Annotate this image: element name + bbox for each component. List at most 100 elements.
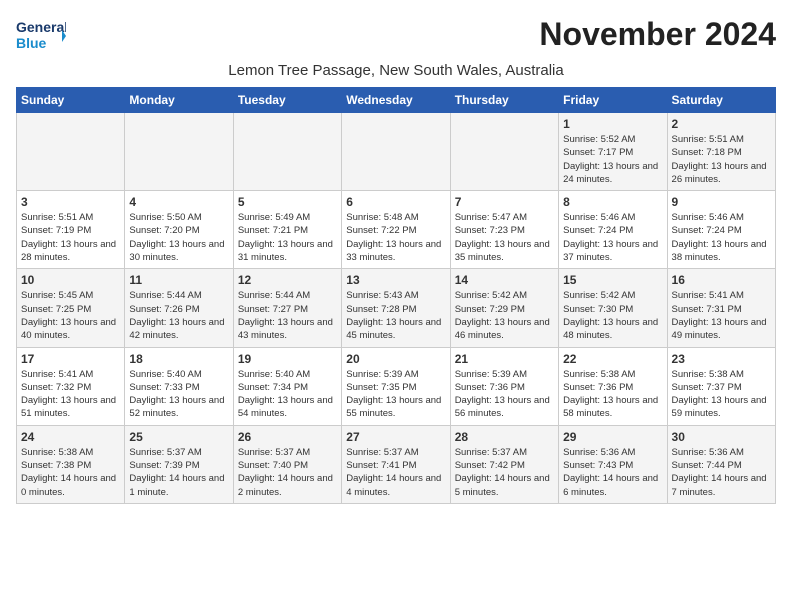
day-info: Sunrise: 5:45 AM Sunset: 7:25 PM Dayligh… <box>21 289 120 342</box>
day-info: Sunrise: 5:51 AM Sunset: 7:18 PM Dayligh… <box>672 133 771 186</box>
col-header-friday: Friday <box>559 88 667 113</box>
day-info: Sunrise: 5:39 AM Sunset: 7:36 PM Dayligh… <box>455 368 554 421</box>
day-cell: 11 Sunrise: 5:44 AM Sunset: 7:26 PM Dayli… <box>125 269 233 347</box>
day-cell: 29Sunrise: 5:36 AM Sunset: 7:43 PM Dayli… <box>559 425 667 503</box>
day-number: 15 <box>563 273 662 287</box>
day-cell: 12Sunrise: 5:44 AM Sunset: 7:27 PM Dayli… <box>233 269 341 347</box>
day-number: 4 <box>129 195 228 209</box>
day-info: Sunrise: 5:36 AM Sunset: 7:44 PM Dayligh… <box>672 446 771 499</box>
day-cell: 20 Sunrise: 5:39 AM Sunset: 7:35 PM Dayli… <box>342 347 450 425</box>
location-title: Lemon Tree Passage, New South Wales, Aus… <box>16 62 776 79</box>
day-info: Sunrise: 5:42 AM Sunset: 7:30 PM Dayligh… <box>563 289 662 342</box>
day-number: 24 <box>21 430 120 444</box>
day-info: Sunrise: 5:36 AM Sunset: 7:43 PM Dayligh… <box>563 446 662 499</box>
day-cell: 1 Sunrise: 5:52 AM Sunset: 7:17 PM Daylig… <box>559 113 667 191</box>
day-cell: 17 Sunrise: 5:41 AM Sunset: 7:32 PM Dayli… <box>17 347 125 425</box>
day-number: 1 <box>563 117 662 131</box>
col-header-thursday: Thursday <box>450 88 558 113</box>
day-cell: 4 Sunrise: 5:50 AM Sunset: 7:20 PM Daylig… <box>125 191 233 269</box>
week-row-1: 3 Sunrise: 5:51 AM Sunset: 7:19 PM Daylig… <box>17 191 776 269</box>
day-cell <box>233 113 341 191</box>
day-cell: 5 Sunrise: 5:49 AM Sunset: 7:21 PM Daylig… <box>233 191 341 269</box>
day-info: Sunrise: 5:51 AM Sunset: 7:19 PM Dayligh… <box>21 211 120 264</box>
day-info: Sunrise: 5:44 AM Sunset: 7:26 PM Dayligh… <box>129 289 228 342</box>
day-cell: 28Sunrise: 5:37 AM Sunset: 7:42 PM Dayli… <box>450 425 558 503</box>
day-info: Sunrise: 5:46 AM Sunset: 7:24 PM Dayligh… <box>672 211 771 264</box>
day-number: 14 <box>455 273 554 287</box>
day-number: 20 <box>346 352 445 366</box>
day-cell: 25Sunrise: 5:37 AM Sunset: 7:39 PM Dayli… <box>125 425 233 503</box>
day-cell: 3 Sunrise: 5:51 AM Sunset: 7:19 PM Daylig… <box>17 191 125 269</box>
day-cell: 6 Sunrise: 5:48 AM Sunset: 7:22 PM Daylig… <box>342 191 450 269</box>
header-row: SundayMondayTuesdayWednesdayThursdayFrid… <box>17 88 776 113</box>
day-cell <box>342 113 450 191</box>
day-number: 11 <box>129 273 228 287</box>
day-number: 8 <box>563 195 662 209</box>
header: General Blue November 2024 <box>16 16 776 58</box>
day-number: 3 <box>21 195 120 209</box>
day-number: 30 <box>672 430 771 444</box>
day-cell: 30 Sunrise: 5:36 AM Sunset: 7:44 PM Dayli… <box>667 425 775 503</box>
day-info: Sunrise: 5:47 AM Sunset: 7:23 PM Dayligh… <box>455 211 554 264</box>
day-number: 10 <box>21 273 120 287</box>
day-info: Sunrise: 5:46 AM Sunset: 7:24 PM Dayligh… <box>563 211 662 264</box>
day-info: Sunrise: 5:43 AM Sunset: 7:28 PM Dayligh… <box>346 289 445 342</box>
logo: General Blue <box>16 16 66 58</box>
svg-text:Blue: Blue <box>16 35 47 51</box>
day-cell: 9 Sunrise: 5:46 AM Sunset: 7:24 PM Daylig… <box>667 191 775 269</box>
svg-text:General: General <box>16 19 66 35</box>
day-info: Sunrise: 5:40 AM Sunset: 7:33 PM Dayligh… <box>129 368 228 421</box>
day-number: 27 <box>346 430 445 444</box>
col-header-monday: Monday <box>125 88 233 113</box>
week-row-2: 10 Sunrise: 5:45 AM Sunset: 7:25 PM Dayli… <box>17 269 776 347</box>
day-number: 23 <box>672 352 771 366</box>
day-info: Sunrise: 5:41 AM Sunset: 7:32 PM Dayligh… <box>21 368 120 421</box>
logo-svg: General Blue <box>16 16 66 58</box>
day-number: 26 <box>238 430 337 444</box>
day-info: Sunrise: 5:48 AM Sunset: 7:22 PM Dayligh… <box>346 211 445 264</box>
day-cell: 23 Sunrise: 5:38 AM Sunset: 7:37 PM Dayli… <box>667 347 775 425</box>
day-info: Sunrise: 5:42 AM Sunset: 7:29 PM Dayligh… <box>455 289 554 342</box>
day-cell: 22 Sunrise: 5:38 AM Sunset: 7:36 PM Dayli… <box>559 347 667 425</box>
day-info: Sunrise: 5:40 AM Sunset: 7:34 PM Dayligh… <box>238 368 337 421</box>
day-number: 22 <box>563 352 662 366</box>
day-number: 7 <box>455 195 554 209</box>
day-info: Sunrise: 5:37 AM Sunset: 7:42 PM Dayligh… <box>455 446 554 499</box>
day-cell <box>450 113 558 191</box>
day-number: 19 <box>238 352 337 366</box>
day-number: 6 <box>346 195 445 209</box>
day-cell: 7 Sunrise: 5:47 AM Sunset: 7:23 PM Daylig… <box>450 191 558 269</box>
day-number: 2 <box>672 117 771 131</box>
day-info: Sunrise: 5:37 AM Sunset: 7:39 PM Dayligh… <box>129 446 228 499</box>
day-cell: 15 Sunrise: 5:42 AM Sunset: 7:30 PM Dayli… <box>559 269 667 347</box>
day-number: 18 <box>129 352 228 366</box>
day-cell: 2 Sunrise: 5:51 AM Sunset: 7:18 PM Daylig… <box>667 113 775 191</box>
day-cell: 24Sunrise: 5:38 AM Sunset: 7:38 PM Dayli… <box>17 425 125 503</box>
col-header-tuesday: Tuesday <box>233 88 341 113</box>
day-cell: 16Sunrise: 5:41 AM Sunset: 7:31 PM Dayli… <box>667 269 775 347</box>
day-info: Sunrise: 5:38 AM Sunset: 7:37 PM Dayligh… <box>672 368 771 421</box>
day-cell: 18 Sunrise: 5:40 AM Sunset: 7:33 PM Dayli… <box>125 347 233 425</box>
week-row-4: 24Sunrise: 5:38 AM Sunset: 7:38 PM Dayli… <box>17 425 776 503</box>
day-cell: 10 Sunrise: 5:45 AM Sunset: 7:25 PM Dayli… <box>17 269 125 347</box>
day-info: Sunrise: 5:52 AM Sunset: 7:17 PM Dayligh… <box>563 133 662 186</box>
day-info: Sunrise: 5:49 AM Sunset: 7:21 PM Dayligh… <box>238 211 337 264</box>
day-info: Sunrise: 5:37 AM Sunset: 7:40 PM Dayligh… <box>238 446 337 499</box>
calendar-table: SundayMondayTuesdayWednesdayThursdayFrid… <box>16 87 776 504</box>
day-cell: 14 Sunrise: 5:42 AM Sunset: 7:29 PM Dayli… <box>450 269 558 347</box>
day-number: 21 <box>455 352 554 366</box>
week-row-3: 17 Sunrise: 5:41 AM Sunset: 7:32 PM Dayli… <box>17 347 776 425</box>
day-number: 9 <box>672 195 771 209</box>
day-info: Sunrise: 5:38 AM Sunset: 7:36 PM Dayligh… <box>563 368 662 421</box>
col-header-wednesday: Wednesday <box>342 88 450 113</box>
day-cell: 26 Sunrise: 5:37 AM Sunset: 7:40 PM Dayli… <box>233 425 341 503</box>
week-row-0: 1 Sunrise: 5:52 AM Sunset: 7:17 PM Daylig… <box>17 113 776 191</box>
month-title: November 2024 <box>539 16 776 53</box>
day-number: 16 <box>672 273 771 287</box>
col-header-saturday: Saturday <box>667 88 775 113</box>
day-number: 5 <box>238 195 337 209</box>
day-number: 17 <box>21 352 120 366</box>
day-info: Sunrise: 5:39 AM Sunset: 7:35 PM Dayligh… <box>346 368 445 421</box>
day-number: 12 <box>238 273 337 287</box>
day-info: Sunrise: 5:50 AM Sunset: 7:20 PM Dayligh… <box>129 211 228 264</box>
